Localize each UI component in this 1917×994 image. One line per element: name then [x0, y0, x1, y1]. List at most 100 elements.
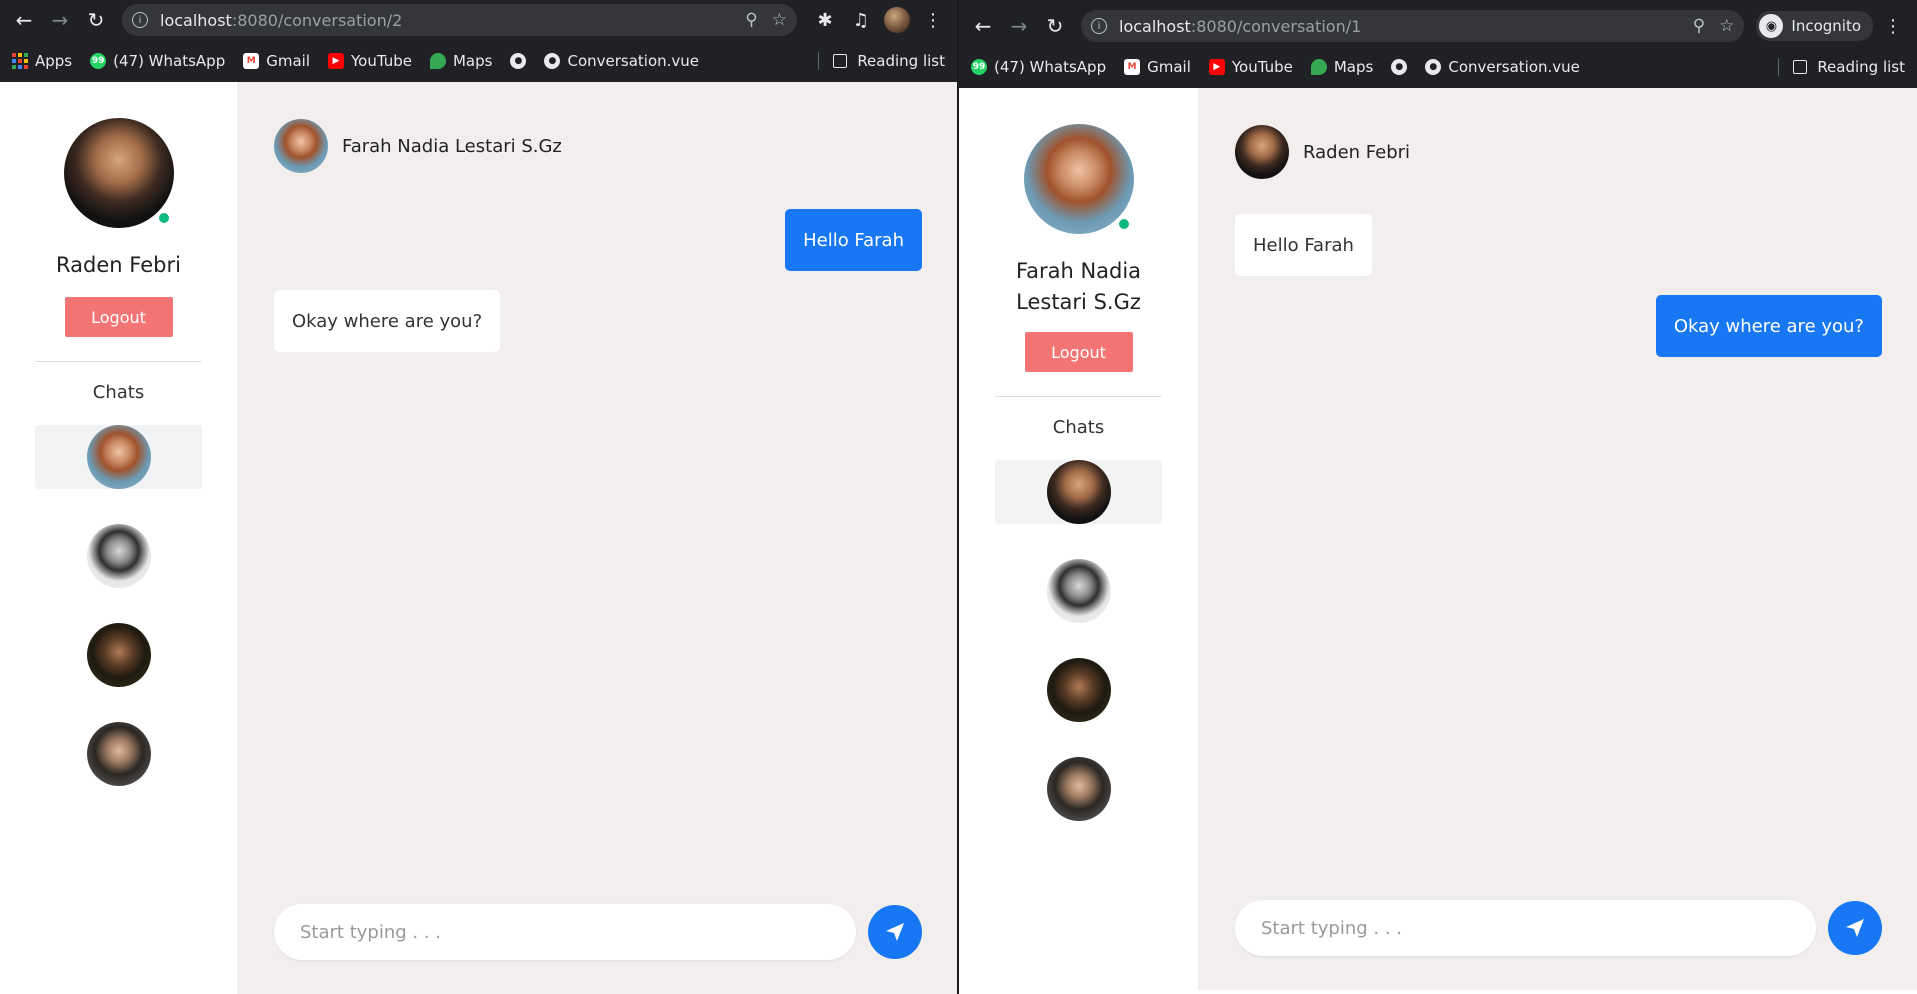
media-control-icon[interactable]: ♫	[845, 4, 877, 36]
maps-pin-icon	[429, 53, 446, 69]
contact-item[interactable]	[35, 623, 202, 687]
reading-list-label: Reading list	[857, 52, 945, 70]
profile-avatar-wrap	[63, 118, 174, 228]
message-input[interactable]	[274, 904, 856, 960]
contact-item[interactable]	[35, 722, 202, 786]
youtube-icon: ▶	[327, 53, 344, 69]
message-input[interactable]	[1235, 900, 1816, 956]
bookmark-conversation[interactable]: ● Conversation.vue	[544, 52, 699, 70]
profile-avatar[interactable]	[881, 4, 913, 36]
bookmark-label: Gmail	[1147, 58, 1191, 76]
send-button[interactable]	[1828, 901, 1882, 955]
bookmarks-bar: 99 (47) WhatsApp M Gmail ▶ YouTube Maps …	[959, 46, 1917, 88]
bookmark-gmail[interactable]: M Gmail	[243, 52, 310, 70]
bookmark-youtube[interactable]: ▶ YouTube	[327, 52, 412, 70]
globe-icon: ●	[1425, 59, 1442, 75]
apps-grid-icon	[12, 53, 28, 69]
contact-list	[35, 425, 202, 786]
bookmark-star-icon[interactable]: ☆	[772, 10, 787, 30]
browser-toolbar: ← → ↻ i localhost:8080/conversation/2 ⚲ …	[0, 0, 957, 40]
bookmark-maps[interactable]: Maps	[1310, 58, 1373, 76]
browser-window-right: ← → ↻ i localhost:8080/conversation/1 ⚲ …	[959, 0, 1917, 994]
url-host: localhost	[1119, 16, 1191, 36]
online-status-dot	[155, 210, 172, 226]
bookmark-maps[interactable]: Maps	[429, 52, 492, 70]
bookmark-youtube[interactable]: ▶ YouTube	[1208, 58, 1293, 76]
sidebar: Farah Nadia Lestari S.Gz Logout Chats	[959, 88, 1198, 990]
url-path: :8080/conversation/2	[231, 10, 403, 30]
address-bar[interactable]: i localhost:8080/conversation/2 ⚲ ☆	[122, 4, 797, 36]
logout-button[interactable]: Logout	[1024, 332, 1133, 372]
bookmark-gmail[interactable]: M Gmail	[1124, 58, 1191, 76]
profile-avatar	[1023, 124, 1134, 234]
contact-avatar	[1046, 757, 1111, 821]
menu-kebab-icon[interactable]: ⋮	[917, 4, 949, 36]
contact-item[interactable]	[995, 658, 1162, 722]
chat-partner-avatar	[1235, 125, 1289, 179]
contact-avatar	[1046, 460, 1111, 524]
send-button[interactable]	[868, 905, 922, 959]
globe-icon: ●	[544, 53, 561, 69]
contact-avatar	[1046, 658, 1111, 722]
extensions-icon[interactable]: ✱	[809, 4, 841, 36]
contact-item[interactable]	[995, 559, 1162, 623]
message-bubble-outgoing: Hello Farah	[785, 209, 922, 271]
bookmark-label: YouTube	[350, 52, 412, 70]
chat-app: Raden Febri Logout Chats Farah Nadia Les…	[0, 82, 957, 994]
gmail-icon: M	[243, 53, 260, 69]
chats-heading: Chats	[1052, 417, 1105, 438]
reload-icon[interactable]: ↻	[1039, 10, 1071, 42]
contact-list	[995, 460, 1162, 821]
chat-partner-avatar	[274, 119, 328, 173]
message-bubble-incoming: Okay where are you?	[274, 290, 501, 352]
bookmark-whatsapp[interactable]: 99 (47) WhatsApp	[90, 52, 225, 70]
profile-name: Raden Febri	[56, 253, 181, 277]
address-bar[interactable]: i localhost:8080/conversation/1 ⚲ ☆	[1081, 10, 1745, 42]
maps-pin-icon	[1310, 59, 1327, 75]
zoom-icon[interactable]: ⚲	[745, 10, 757, 30]
bookmark-label: (47) WhatsApp	[113, 52, 226, 70]
reading-list-icon	[1793, 60, 1808, 74]
reading-list[interactable]: Reading list	[818, 52, 945, 70]
bookmark-star-icon[interactable]: ☆	[1719, 16, 1734, 36]
bookmark-label: Conversation.vue	[1448, 58, 1580, 76]
bookmarks-bar: Apps 99 (47) WhatsApp M Gmail ▶ YouTube …	[0, 40, 957, 82]
forward-icon[interactable]: →	[44, 4, 76, 36]
logout-button[interactable]: Logout	[64, 297, 173, 337]
incognito-icon: ◉	[1759, 14, 1784, 38]
contact-avatar	[1046, 559, 1111, 623]
bookmark-conversation[interactable]: ● Conversation.vue	[1425, 58, 1580, 76]
bookmark-globe[interactable]: ●	[510, 53, 527, 69]
gmail-icon: M	[1124, 59, 1141, 75]
chat-header: Raden Febri	[1235, 125, 1410, 179]
site-info-icon[interactable]: i	[1091, 18, 1107, 34]
contact-item[interactable]	[995, 757, 1162, 821]
bookmark-label: Gmail	[266, 52, 310, 70]
contact-avatar	[86, 524, 151, 588]
contact-item-active[interactable]	[35, 425, 202, 489]
chat-area: Farah Nadia Lestari S.Gz Hello Farah Oka…	[237, 82, 957, 994]
profile-avatar-wrap	[1023, 124, 1134, 234]
reading-list[interactable]: Reading list	[1778, 58, 1905, 76]
site-info-icon[interactable]: i	[132, 12, 148, 28]
divider	[35, 361, 202, 362]
message-bubble-incoming: Hello Farah	[1235, 214, 1372, 276]
chat-app: Farah Nadia Lestari S.Gz Logout Chats Ra…	[959, 88, 1917, 990]
globe-icon: ●	[510, 53, 527, 69]
bookmark-apps[interactable]: Apps	[12, 52, 72, 70]
message-composer	[1235, 900, 1882, 956]
zoom-icon[interactable]: ⚲	[1693, 16, 1705, 36]
online-status-dot	[1115, 216, 1132, 232]
back-icon[interactable]: ←	[8, 4, 40, 36]
browser-toolbar: ← → ↻ i localhost:8080/conversation/1 ⚲ …	[959, 6, 1917, 46]
contact-item[interactable]	[35, 524, 202, 588]
bookmark-globe[interactable]: ●	[1391, 59, 1408, 75]
contact-item-active[interactable]	[995, 460, 1162, 524]
menu-kebab-icon[interactable]: ⋮	[1877, 10, 1909, 42]
bookmark-whatsapp[interactable]: 99 (47) WhatsApp	[971, 58, 1106, 76]
forward-icon[interactable]: →	[1003, 10, 1035, 42]
bookmark-label: YouTube	[1231, 58, 1293, 76]
incognito-badge[interactable]: ◉ Incognito	[1756, 11, 1873, 41]
back-icon[interactable]: ←	[967, 10, 999, 42]
reload-icon[interactable]: ↻	[80, 4, 112, 36]
